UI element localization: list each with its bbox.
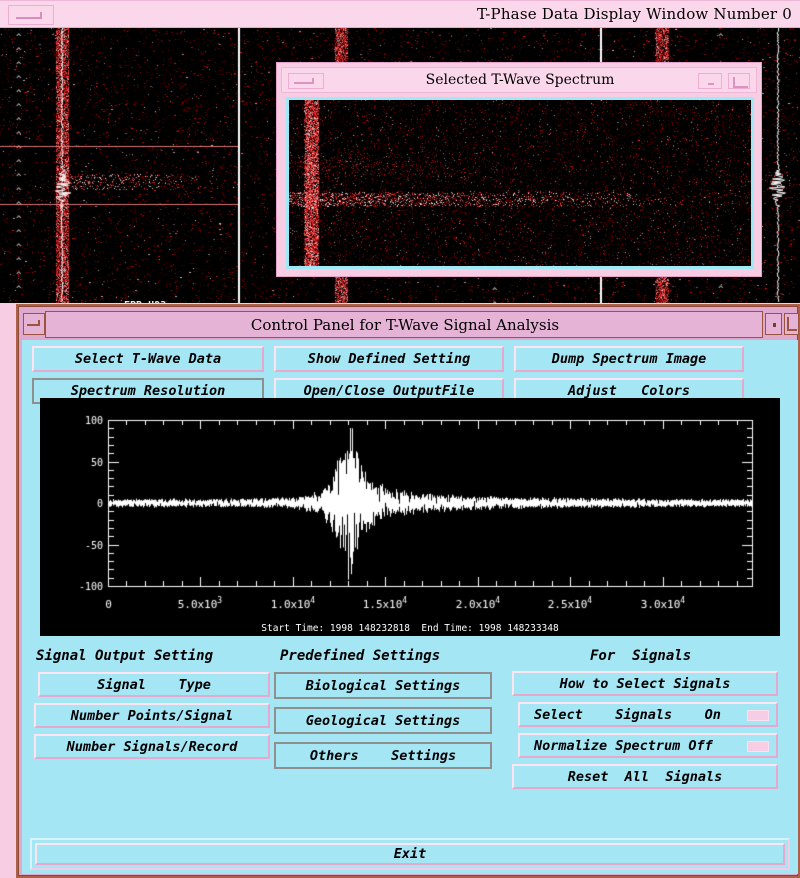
select-signals-label: Select Signals On: [534, 706, 721, 723]
reset-all-signals-button[interactable]: Reset All Signals: [512, 764, 778, 789]
control-panel-titlebar: Control Panel for T-Wave Signal Analysis: [45, 311, 763, 338]
number-points-per-signal-button[interactable]: Number Points/Signal: [34, 703, 270, 728]
exit-button-frame: Exit: [30, 838, 790, 870]
control-panel-title: Control Panel for T-Wave Signal Analysis: [250, 316, 560, 334]
for-signals-header: For Signals: [590, 648, 692, 664]
others-settings-button[interactable]: Others Settings: [274, 742, 492, 769]
normalize-spectrum-toggle[interactable]: Normalize Spectrum Off: [518, 733, 778, 758]
signal-type-button[interactable]: Signal Type: [38, 672, 270, 697]
select-signals-indicator[interactable]: [747, 709, 769, 721]
spectrum-window-title: Selected T-Wave Spectrum: [425, 72, 615, 88]
control-panel-frame: Control Panel for T-Wave Signal Analysis…: [18, 306, 799, 876]
control-panel-body: Select T-Wave Data Show Defined Setting …: [22, 340, 798, 874]
select-t-wave-data-button[interactable]: Select T-Wave Data: [32, 346, 264, 372]
number-signals-per-record-button[interactable]: Number Signals/Record: [34, 734, 270, 759]
spectrum-canvas: [289, 100, 751, 266]
exit-button[interactable]: Exit: [35, 843, 785, 865]
spectrum-window: Selected T-Wave Spectrum: [276, 62, 762, 277]
biological-settings-button[interactable]: Biological Settings: [274, 672, 492, 699]
main-window-titlebar: T-Phase Data Display Window Number 0: [0, 0, 800, 28]
channel-label: EPR-H03: [124, 300, 166, 303]
control-panel-window: Control Panel for T-Wave Signal Analysis…: [16, 304, 800, 878]
restore-icon[interactable]: [765, 313, 782, 335]
predefined-settings-header: Predefined Settings: [280, 648, 441, 664]
maximize-icon[interactable]: [728, 73, 750, 89]
minimize-icon[interactable]: [23, 313, 45, 335]
waveform-canvas: [40, 398, 780, 636]
main-window-title: T-Phase Data Display Window Number 0: [476, 5, 792, 23]
show-defined-setting-button[interactable]: Show Defined Setting: [274, 346, 504, 372]
normalize-spectrum-label: Normalize Spectrum Off: [534, 737, 713, 754]
maximize-icon[interactable]: [784, 313, 799, 335]
normalize-spectrum-indicator[interactable]: [747, 740, 769, 752]
screen: T-Phase Data Display Window Number 0 EPR…: [0, 0, 800, 878]
how-to-select-signals-button[interactable]: How to Select Signals: [512, 671, 778, 696]
dump-spectrum-image-button[interactable]: Dump Spectrum Image: [514, 346, 744, 372]
spectrum-image[interactable]: [286, 97, 754, 269]
select-signals-toggle[interactable]: Select Signals On: [518, 702, 778, 727]
signal-output-header: Signal Output Setting: [36, 648, 214, 664]
geological-settings-button[interactable]: Geological Settings: [274, 707, 492, 734]
waveform-plot[interactable]: Select T-Phase Data from Channel: HARJ 0…: [40, 398, 780, 636]
plot-time-range: Start Time: 1998 148232818 End Time: 199…: [261, 623, 559, 634]
spectrum-window-titlebar: Selected T-Wave Spectrum: [281, 67, 757, 93]
restore-icon[interactable]: [698, 73, 722, 89]
